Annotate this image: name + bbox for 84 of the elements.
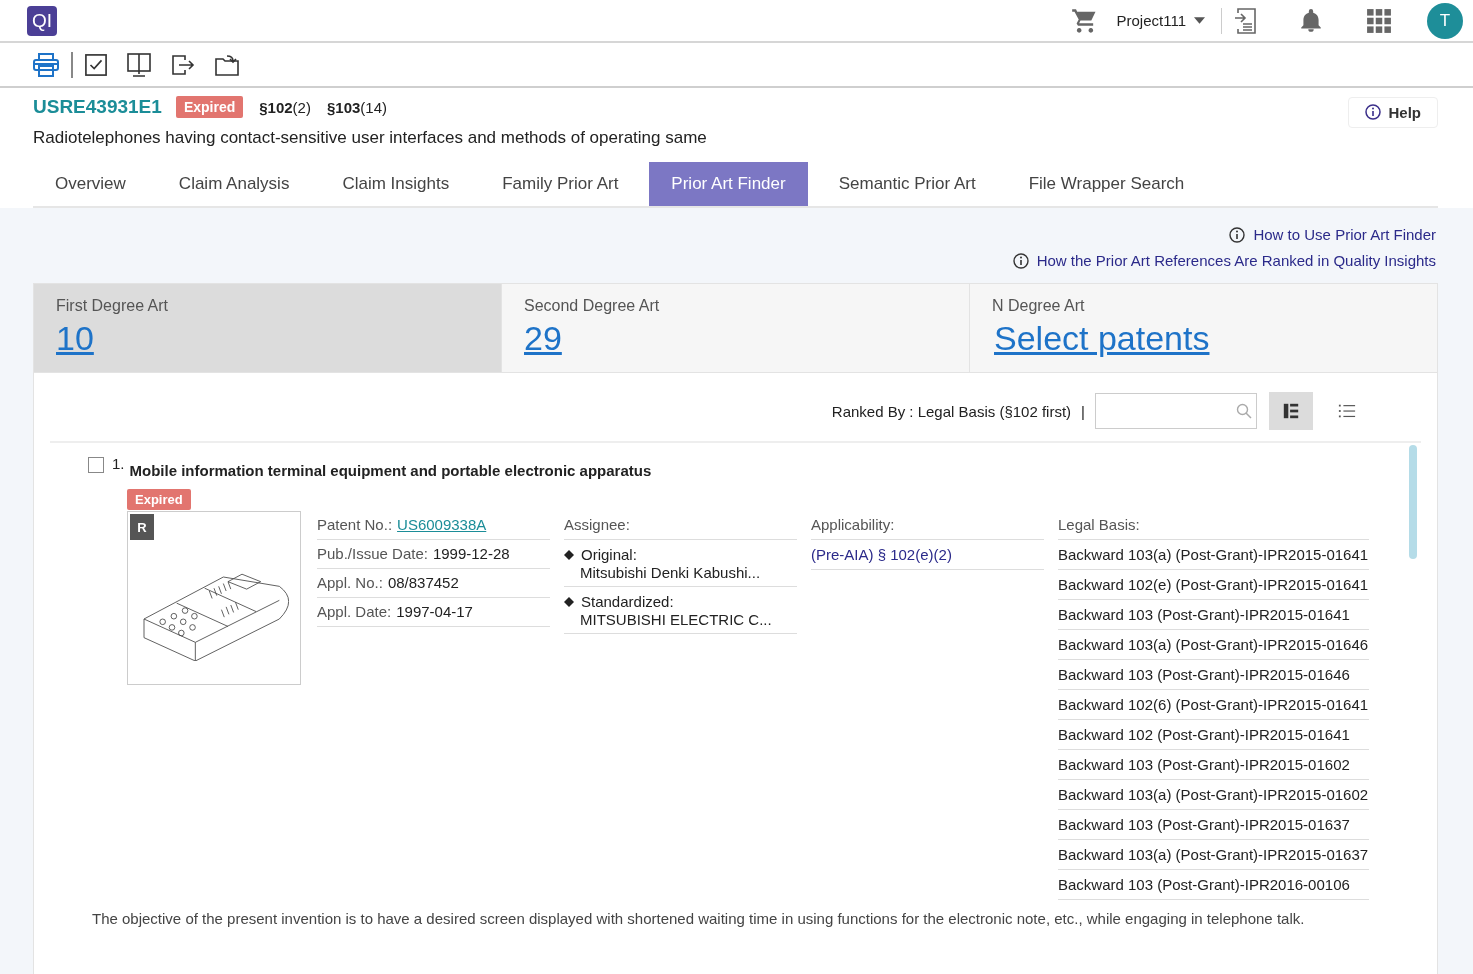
field-value: 08/837452 [387,574,459,591]
monitor-icon[interactable] [127,52,151,77]
legal-basis-item: Backward 103 (Post-Grant)-IPR2015-01602 [1058,756,1350,773]
degree-card[interactable]: First Degree Art 10 [34,284,502,372]
document-export-icon[interactable] [1234,6,1258,35]
field-label: Appl. Date: [317,603,392,620]
legal-basis-item: Backward 103(a) (Post-Grant)-IPR2015-01646 [1058,636,1369,653]
legal-basis-item: Backward 103(a) (Post-Grant)-IPR2015-01641 [1058,546,1369,563]
info-icon [1229,226,1246,243]
help-link[interactable]: How the Prior Art References Are Ranked in Quality Insights [1012,252,1436,269]
card-label: N Degree Art [992,297,1086,315]
detail-view-button[interactable] [1269,392,1313,430]
legal-basis-item: Backward 103 (Post-Grant)-IPR2016-00106 [1058,876,1350,893]
patent-link[interactable]: US6009338A [397,516,487,533]
field-label: Appl. No.: [317,574,383,591]
citation-count: §102(2) [259,98,311,116]
search-field[interactable] [1095,393,1257,429]
column-heading: Applicability: [811,511,1044,540]
field-value: 1999-12-28 [432,545,510,562]
degree-card[interactable]: Second Degree Art 29 [502,284,970,372]
legal-basis-item: Backward 102(6) (Post-Grant)-IPR2015-01641 [1058,696,1369,713]
separator: | [1081,402,1085,420]
ranked-by-label: Ranked By : Legal Basis (§102 first) [831,402,1072,420]
status-badge: Expired [127,489,191,510]
info-icon [1012,252,1029,269]
help-link[interactable]: How to Use Prior Art Finder [1229,226,1436,243]
patent-number[interactable]: USRE43931E1 [33,96,162,118]
legal-basis-item: Backward 103 (Post-Grant)-IPR2015-01637 [1058,816,1350,833]
legal-basis-item: Backward 103 (Post-Grant)-IPR2015-01641 [1058,606,1350,623]
detail-view-icon [1282,402,1300,420]
printer-icon[interactable] [33,52,59,77]
tab[interactable]: Family Prior Art [480,162,641,206]
result-checkbox[interactable] [88,457,104,473]
patent-title: Radiotelephones having contact-sensitive user interfaces and methods of operating same [33,128,708,148]
search-icon [1236,403,1252,419]
patent-drawing-thumbnail[interactable]: R [127,511,301,685]
count-link[interactable]: 10 [56,319,94,358]
count-link[interactable]: Select patents [994,319,1210,358]
diamond-icon [564,596,574,607]
assignee-name: MITSUBISHI ELECTRIC C... [579,611,773,628]
legal-basis-item: Backward 102 (Post-Grant)-IPR2015-01641 [1058,726,1350,743]
result-number: 1. [112,455,125,472]
reference-tag: R [130,514,154,540]
field-value: 1997-04-17 [396,603,473,620]
result-title[interactable]: Mobile information terminal equipment and portable electronic apparatus [129,462,652,479]
assignee-label: Original: [581,546,637,563]
checkbox-icon[interactable] [85,53,107,76]
caret-icon [1194,17,1205,24]
diamond-icon [564,549,574,560]
project-dropdown[interactable]: Project111 [1116,12,1205,29]
legal-basis-item: Backward 102(e) (Post-Grant)-IPR2015-01641 [1058,576,1369,593]
tab[interactable]: Semantic Prior Art [816,162,998,206]
citation-count: §103(14) [326,98,387,116]
grid-icon[interactable] [1366,7,1392,34]
count-link[interactable]: 29 [524,319,562,358]
folder-icon[interactable] [215,52,239,77]
status-badge: Expired [175,96,244,118]
tab[interactable]: Claim Analysis [156,162,312,206]
info-icon [1365,104,1382,120]
tab[interactable]: Overview [33,162,148,206]
help-button[interactable]: Help [1348,96,1438,128]
column-heading: Assignee: [564,511,797,540]
degree-card[interactable]: N Degree Art Select patents [970,284,1437,372]
bell-icon[interactable] [1298,7,1324,34]
legal-basis-item: Backward 103 (Post-Grant)-IPR2015-01646 [1058,666,1350,683]
list-icon [1338,402,1356,420]
user-avatar[interactable]: T [1427,2,1463,39]
assignee-name: Mitsubishi Denki Kabushi... [579,564,762,581]
applicability-value: (Pre-AIA) § 102(e)(2) [811,546,952,563]
abstract-text: The objective of the present invention is to have a desired screen displayed with shortened waiting time in using functions for the electronic note, etc., while engaging in telephone talk. [92,910,1306,927]
scrollbar-thumb[interactable] [1409,445,1417,559]
tab[interactable]: Claim Insights [320,162,472,206]
export-icon[interactable] [171,52,195,77]
card-label: Second Degree Art [524,297,661,315]
assignee-label: Standardized: [581,593,674,610]
legal-basis-item: Backward 103(a) (Post-Grant)-IPR2015-01602 [1058,786,1369,803]
field-label: Pub./Issue Date: [317,545,428,562]
tab[interactable]: Prior Art Finder [649,162,808,206]
card-label: First Degree Art [56,297,170,315]
tab[interactable]: File Wrapper Search [1006,162,1207,206]
column-heading: Legal Basis: [1058,511,1369,540]
legal-basis-item: Backward 103(a) (Post-Grant)-IPR2015-01637 [1058,846,1369,863]
app-logo[interactable]: QI [27,5,57,36]
field-label: Patent No.: [317,516,393,533]
